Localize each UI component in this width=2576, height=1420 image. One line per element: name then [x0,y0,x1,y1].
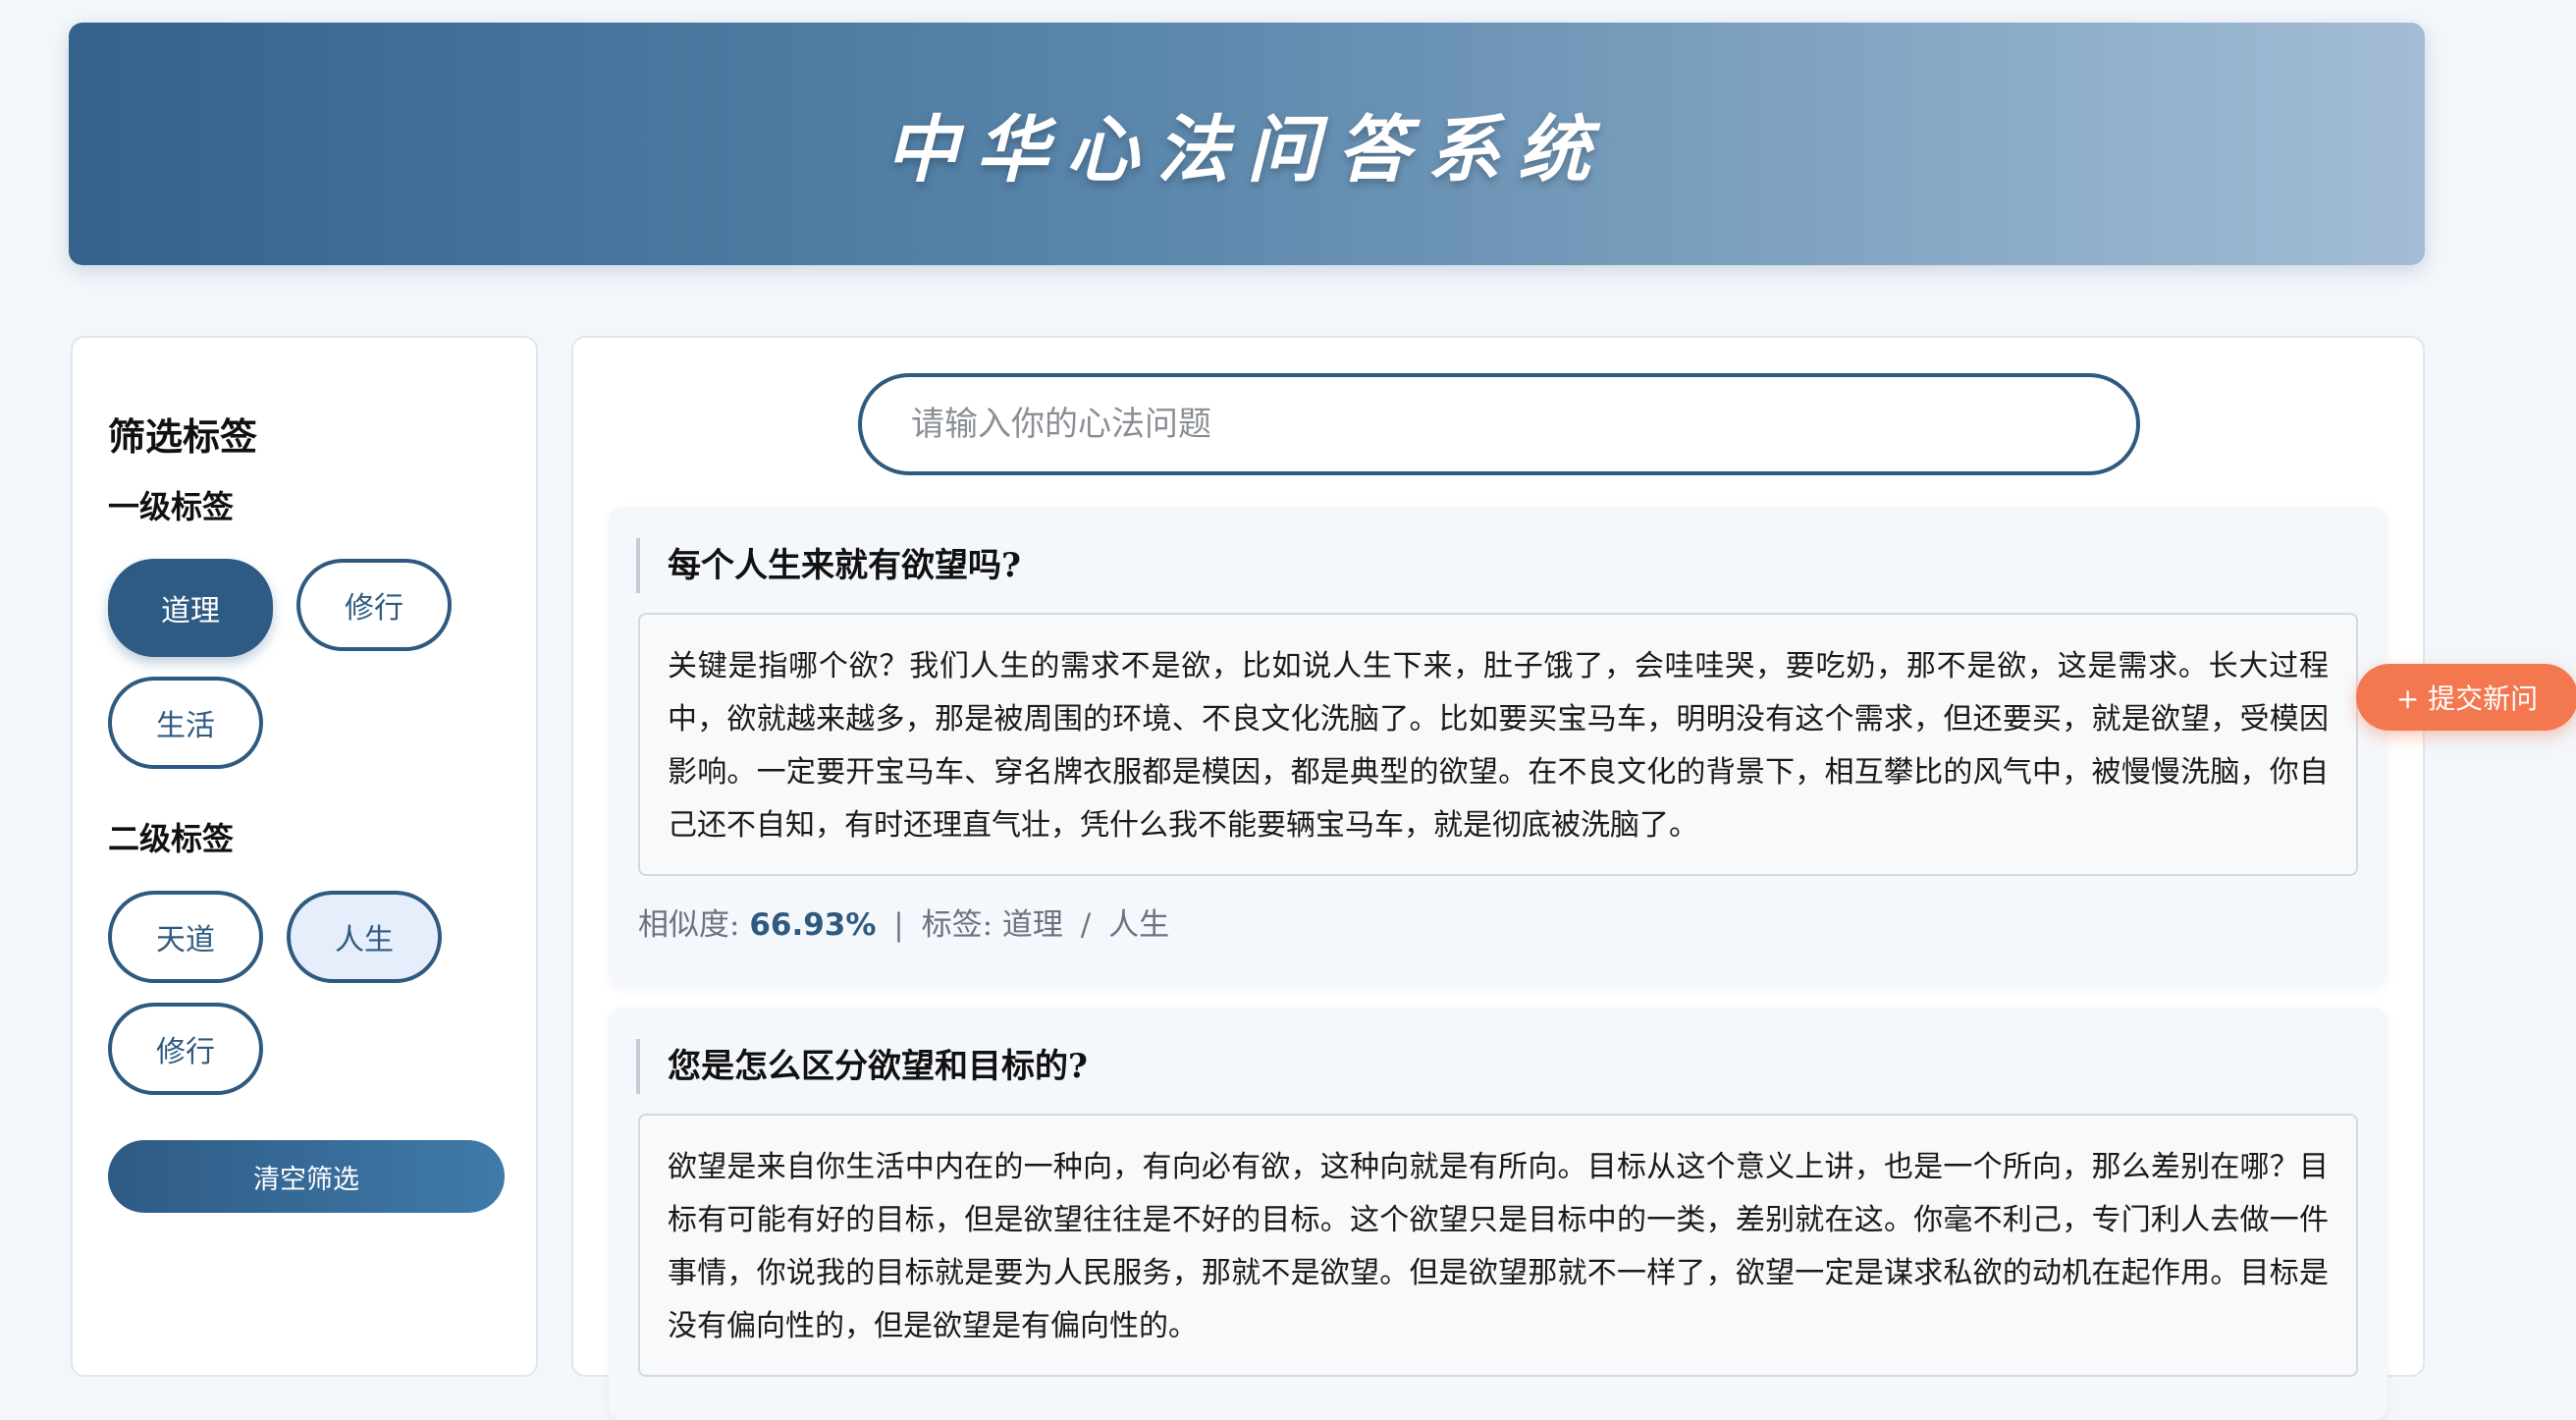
result-question: 每个人生来就有欲望吗? [636,538,1021,593]
secondary-tag-tiandao[interactable]: 天道 [108,891,263,983]
tag-separator: / [1080,907,1092,943]
primary-tag-xiuxing[interactable]: 修行 [296,559,452,651]
result-answer: 欲望是来自你生活中内在的一种向，有向必有欲，这种向就是有所向。目标从这个意义上讲… [638,1114,2358,1377]
primary-tags-heading: 一级标签 [108,488,235,525]
meta-divider: | [893,907,904,943]
secondary-tag-group: 天道 人生 修行 [108,891,481,1095]
primary-tag-group: 道理 修行 生活 [108,559,481,769]
filter-sidebar: 筛选标签 一级标签 道理 修行 生活 二级标签 天道 人生 修行 清空筛选 [71,336,538,1377]
similarity-label: 相似度: [638,907,740,943]
secondary-tags-heading: 二级标签 [108,820,235,857]
result-tag-secondary: 人生 [1108,907,1170,943]
primary-tag-shenghuo[interactable]: 生活 [108,677,263,769]
result-tag-primary: 道理 [1001,907,1063,943]
tags-label: 标签: [921,907,993,943]
result-question: 您是怎么区分欲望和目标的? [636,1039,1088,1094]
app-header: 中华心法问答系统 [69,23,2425,265]
result-card: 您是怎么区分欲望和目标的? 欲望是来自你生活中内在的一种向，有向必有欲，这种向就… [609,1008,2388,1420]
result-answer: 关键是指哪个欲？我们人生的需求不是欲，比如说人生下来，肚子饿了，会哇哇哭，要吃奶… [638,613,2358,876]
submit-question-button[interactable]: + 提交新问 [2356,664,2576,731]
app-title: 中华心法问答系统 [886,108,1608,192]
secondary-tag-xiuxing[interactable]: 修行 [108,1003,263,1095]
secondary-tag-rensheng[interactable]: 人生 [287,891,442,983]
primary-tag-daoli[interactable]: 道理 [108,559,273,657]
result-meta: 相似度: 66.93% | 标签: 道理 / 人生 [638,903,1169,947]
result-card: 每个人生来就有欲望吗? 关键是指哪个欲？我们人生的需求不是欲，比如说人生下来，肚… [609,507,2388,986]
filter-title: 筛选标签 [108,414,258,459]
question-search-input[interactable] [858,373,2140,475]
similarity-score: 66.93% [749,907,877,943]
results-panel: 每个人生来就有欲望吗? 关键是指哪个欲？我们人生的需求不是欲，比如说人生下来，肚… [571,336,2425,1420]
clear-filter-button[interactable]: 清空筛选 [108,1140,505,1213]
